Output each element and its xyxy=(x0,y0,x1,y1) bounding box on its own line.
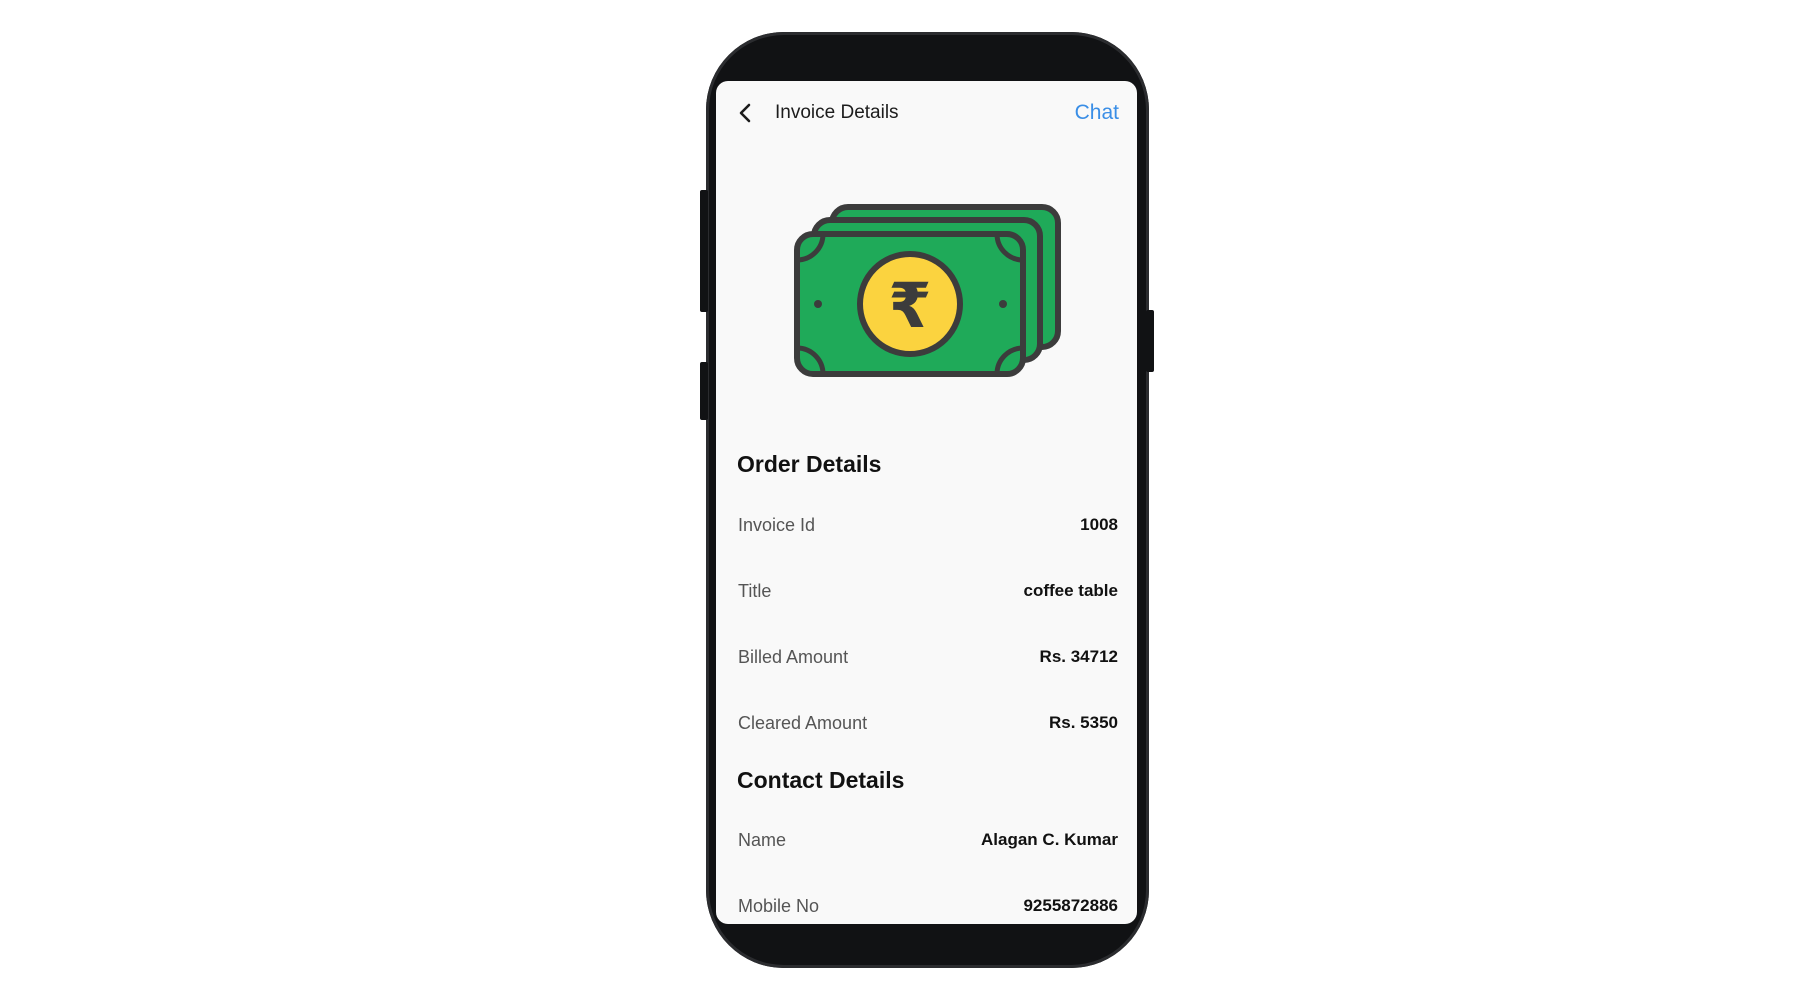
volume-up-button xyxy=(700,190,708,312)
mobile-no-value[interactable]: 9255872886 xyxy=(1023,893,1118,919)
mobile-no-row: Mobile No 9255872886 xyxy=(738,893,1118,919)
contact-details-heading: Contact Details xyxy=(737,767,905,793)
invoice-id-value: 1008 xyxy=(1080,515,1118,534)
back-chevron-icon[interactable] xyxy=(734,101,758,125)
app-screen: Invoice Details Chat ₹ Order Details Inv… xyxy=(716,81,1137,924)
volume-down-button xyxy=(700,362,708,420)
mobile-no-label: Mobile No xyxy=(738,896,820,916)
page-title: Invoice Details xyxy=(775,102,899,123)
cleared-amount-label: Cleared Amount xyxy=(738,713,868,733)
name-row: Name Alagan C. Kumar xyxy=(738,827,1118,853)
cleared-amount-row: Cleared Amount Rs. 5350 xyxy=(738,710,1118,736)
billed-amount-row: Billed Amount Rs. 34712 xyxy=(738,644,1118,670)
invoice-id-label: Invoice Id xyxy=(738,515,816,535)
power-button xyxy=(1146,310,1154,372)
title-label: Title xyxy=(738,581,772,601)
title-row: Title coffee table xyxy=(738,578,1118,604)
title-value: coffee table xyxy=(1023,581,1118,600)
name-label: Name xyxy=(738,830,787,850)
rupee-cash-icon: ₹ xyxy=(794,204,1061,377)
billed-amount-value: Rs. 34712 xyxy=(1039,647,1118,666)
svg-text:₹: ₹ xyxy=(888,269,931,342)
order-details-heading: Order Details xyxy=(737,451,882,477)
name-value: Alagan C. Kumar xyxy=(981,830,1118,849)
billed-amount-label: Billed Amount xyxy=(738,647,849,667)
chat-button[interactable]: Chat xyxy=(1075,101,1119,125)
invoice-id-row: Invoice Id 1008 xyxy=(738,512,1118,538)
cleared-amount-value: Rs. 5350 xyxy=(1049,713,1118,732)
app-header: Invoice Details Chat xyxy=(716,81,1137,145)
